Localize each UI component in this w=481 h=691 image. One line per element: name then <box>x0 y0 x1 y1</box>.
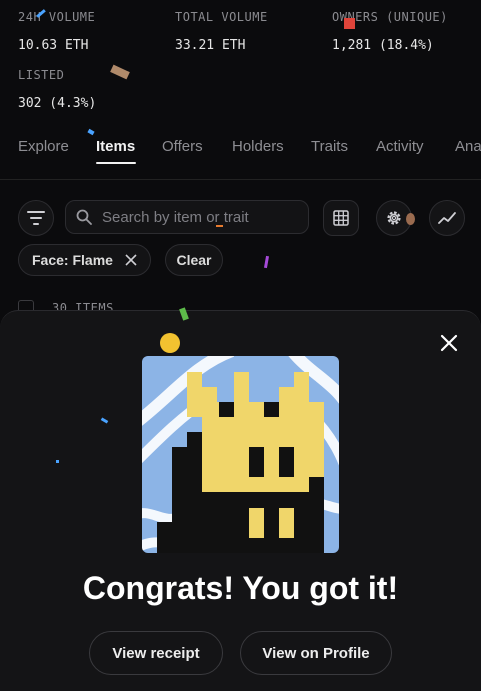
confetti-piece <box>110 64 130 80</box>
confetti-piece <box>406 213 415 225</box>
search-icon <box>76 209 92 225</box>
trend-icon <box>438 212 456 224</box>
confetti-piece <box>216 225 223 227</box>
collection-tabs: Explore Items Offers Holders Traits Acti… <box>0 135 481 180</box>
search-input[interactable] <box>100 207 304 227</box>
filter-chip-face-flame[interactable]: Face: Flame <box>18 244 151 276</box>
tab-traits[interactable]: Traits <box>311 138 348 155</box>
filter-button[interactable] <box>18 200 54 236</box>
stat-value: 1,281 (18.4%) <box>332 38 434 53</box>
close-icon <box>440 334 458 352</box>
stat-24h-volume: 24H VOLUME 10.63 ETH <box>18 10 95 53</box>
stat-label: LISTED <box>18 68 65 82</box>
stat-owners: OWNERS (UNIQUE) 1,281 (18.4%) <box>332 10 448 53</box>
view-receipt-button[interactable]: View receipt <box>89 631 223 675</box>
nft-artwork <box>142 356 339 553</box>
confetti-piece <box>160 333 180 353</box>
filter-icon <box>27 211 45 225</box>
tab-offers[interactable]: Offers <box>162 138 203 155</box>
search-bar[interactable] <box>65 200 309 234</box>
stat-value: 302 (4.3%) <box>18 96 97 111</box>
grid-icon <box>333 210 349 226</box>
gear-icon <box>387 211 401 225</box>
view-on-profile-button[interactable]: View on Profile <box>240 631 392 675</box>
clear-filters-button[interactable]: Clear <box>165 244 223 276</box>
tab-activity[interactable]: Activity <box>376 138 424 155</box>
stat-value: 10.63 ETH <box>18 38 89 53</box>
modal-title: Congrats! You got it! <box>82 570 399 606</box>
tab-explore[interactable]: Explore <box>18 138 69 155</box>
modal-close-button[interactable] <box>436 330 462 356</box>
stat-label: TOTAL VOLUME <box>175 10 268 24</box>
tab-analytics[interactable]: Ana <box>455 138 481 155</box>
grid-view-button[interactable] <box>323 200 359 236</box>
confetti-piece <box>344 18 355 29</box>
stat-listed: LISTED 302 (4.3%) <box>18 68 96 111</box>
analytics-button[interactable] <box>429 200 465 236</box>
stat-value: 33.21 ETH <box>175 38 246 53</box>
tab-items[interactable]: Items <box>96 138 135 155</box>
filter-chip-label: Face: Flame <box>32 252 113 268</box>
tab-holders[interactable]: Holders <box>232 138 284 155</box>
chip-close-icon[interactable] <box>125 254 137 266</box>
confetti-piece <box>263 255 270 269</box>
stat-total-volume: TOTAL VOLUME 33.21 ETH <box>175 10 268 53</box>
nft-artwork-image <box>142 356 339 553</box>
confetti-piece <box>56 460 59 463</box>
active-tab-indicator <box>96 162 136 164</box>
stat-label: 24H VOLUME <box>18 10 96 24</box>
